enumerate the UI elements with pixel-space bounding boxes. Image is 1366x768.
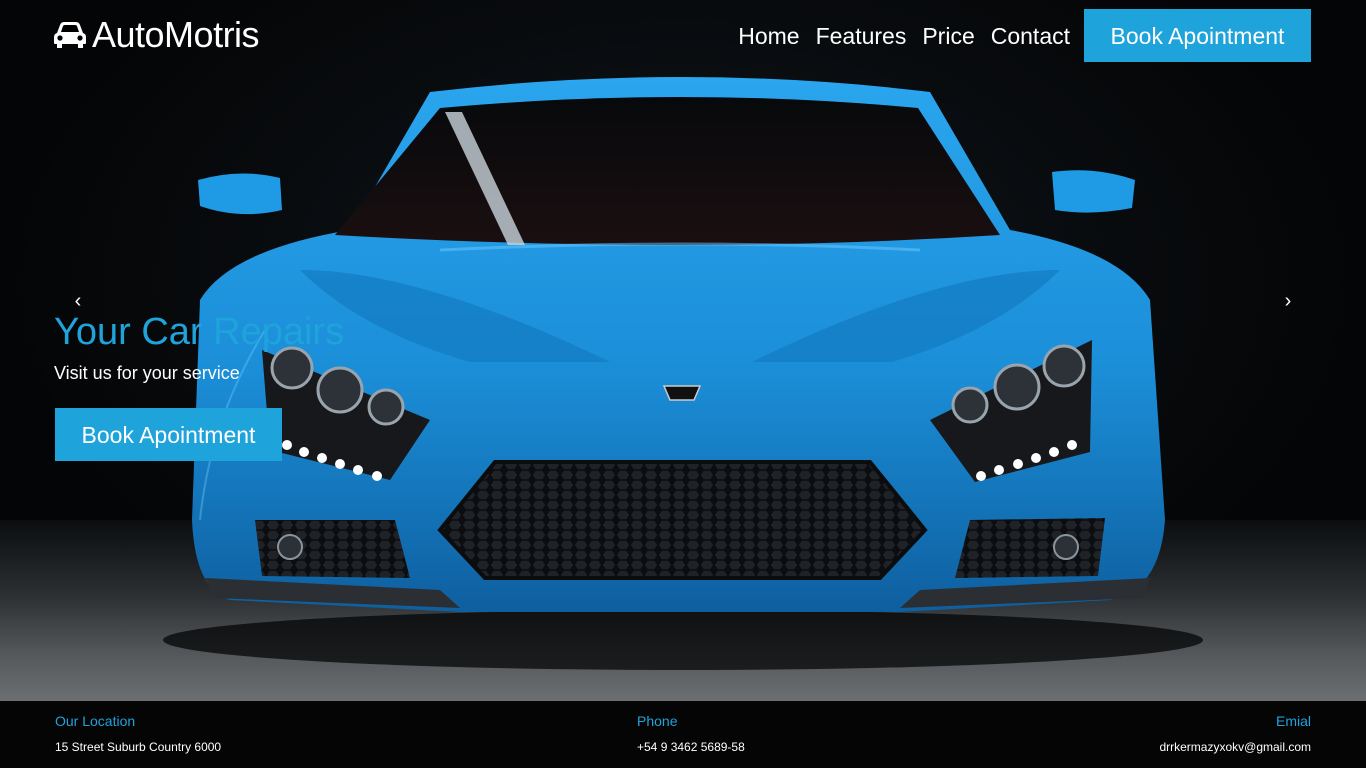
- brand-name: AutoMotris: [92, 14, 260, 55]
- hero-title: Your Car Repairs: [54, 311, 345, 353]
- navbar: AutoMotris Home Features Price Contact B…: [0, 0, 1366, 72]
- email-label: Emial: [1275, 713, 1311, 729]
- chevron-right-icon[interactable]: ›: [1274, 288, 1302, 314]
- brand-logo[interactable]: AutoMotris: [54, 12, 260, 58]
- footer-phone: Phone +54 9 3462 5689-58: [637, 712, 745, 755]
- location-label: Our Location: [55, 713, 136, 729]
- nav-link-price[interactable]: Price: [922, 18, 974, 54]
- footer-info-bar: Our Location 15 Street Suburb Country 60…: [0, 701, 1366, 768]
- nav-link-home[interactable]: Home: [738, 18, 799, 54]
- location-value: 15 Street Suburb Country 6000: [55, 740, 222, 754]
- car-icon: [54, 21, 86, 49]
- hero-subtitle: Visit us for your service: [54, 363, 240, 383]
- main-menu: Home Features Price Contact: [738, 18, 1070, 54]
- phone-value: +54 9 3462 5689-58: [637, 740, 745, 754]
- nav-link-contact[interactable]: Contact: [991, 18, 1070, 54]
- book-appointment-hero-button[interactable]: Book Apointment: [55, 408, 282, 461]
- book-appointment-nav-button[interactable]: Book Apointment: [1084, 9, 1311, 62]
- nav-link-features[interactable]: Features: [816, 18, 907, 54]
- email-value: drrkermazyxokv@gmail.com: [1159, 740, 1311, 754]
- footer-email: Emial drrkermazyxokv@gmail.com: [1159, 712, 1311, 755]
- footer-location: Our Location 15 Street Suburb Country 60…: [55, 712, 221, 755]
- phone-label: Phone: [637, 713, 678, 729]
- hero-slider: AutoMotris Home Features Price Contact B…: [0, 0, 1366, 701]
- page: AutoMotris Home Features Price Contact B…: [0, 0, 1366, 768]
